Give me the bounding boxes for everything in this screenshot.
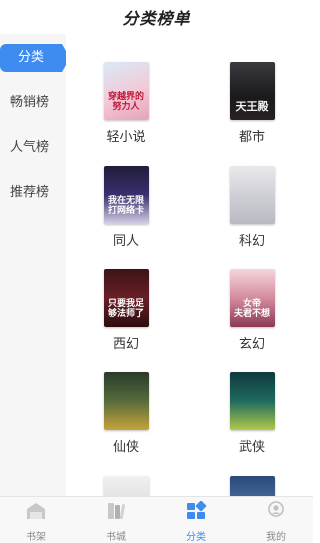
tab-label: 分类	[186, 532, 206, 543]
category-name: 科幻	[238, 234, 265, 249]
book-cover	[103, 372, 149, 430]
category-xianxia[interactable]: 仙侠	[76, 372, 176, 455]
category-name: 轻小说	[106, 130, 146, 145]
tab-label: 书城	[106, 532, 126, 543]
category-name: 武侠	[238, 440, 265, 455]
sidebar-item-label: 分类	[17, 50, 44, 65]
category-icon	[187, 500, 207, 519]
cover-title: 只要我足 够法师了	[107, 299, 144, 319]
tab-bookshelf[interactable]: 书架	[6, 501, 66, 543]
cover-title: 我在无限 打网络卡	[107, 196, 144, 216]
category-name: 同人	[112, 234, 139, 249]
bookstore-icon	[108, 503, 126, 520]
ranking-sidebar: 分类 畅销榜 人气榜 推荐榜	[0, 34, 70, 496]
category-name: 玄幻	[238, 337, 265, 352]
cover-title: 穿越界的 努力人	[107, 92, 144, 112]
tab-label: 书架	[26, 532, 46, 543]
category-wuxia[interactable]: 武侠	[202, 372, 302, 455]
book-cover	[229, 476, 275, 496]
cover-title: 天王殿	[235, 100, 269, 113]
book-cover	[103, 476, 149, 496]
page-title: 分类榜单	[122, 9, 191, 28]
sidebar-item-label: 畅销榜	[10, 95, 50, 110]
category-name: 西幻	[112, 337, 139, 352]
book-cover: 只要我足 够法师了	[103, 269, 149, 327]
book-cover: 我在无限 打网络卡	[103, 166, 149, 224]
sidebar-item-bestseller[interactable]: 畅销榜	[0, 89, 66, 117]
category-name: 仙侠	[112, 440, 139, 455]
category-grid: 穿越界的 努力人 轻小说 天王殿 都市 我在无限 打网络卡 同人 科幻 只要我足…	[66, 34, 313, 496]
book-cover: 女帝 夫君不想	[229, 269, 275, 327]
book-cover: 穿越界的 努力人	[103, 62, 149, 120]
category-next-right[interactable]	[202, 476, 302, 496]
bottom-tab-bar: 书架 书城 分类 我的	[0, 496, 313, 543]
category-name: 都市	[238, 130, 265, 145]
category-light-novel[interactable]: 穿越界的 努力人 轻小说	[76, 62, 176, 145]
book-cover: 天王殿	[229, 62, 275, 120]
category-sci-fi[interactable]: 科幻	[202, 166, 302, 249]
tab-category[interactable]: 分类	[166, 500, 226, 543]
category-eastern-fantasy[interactable]: 女帝 夫君不想 玄幻	[202, 269, 302, 352]
sidebar-item-recommended[interactable]: 推荐榜	[0, 179, 66, 207]
category-western-fantasy[interactable]: 只要我足 够法师了 西幻	[76, 269, 176, 352]
profile-icon	[268, 501, 284, 517]
sidebar-item-popularity[interactable]: 人气榜	[0, 134, 66, 162]
sidebar-item-label: 人气榜	[10, 140, 50, 155]
book-cover	[229, 372, 275, 430]
tab-label: 我的	[266, 532, 286, 543]
book-cover	[229, 166, 275, 224]
sidebar-item-label: 推荐榜	[10, 185, 50, 200]
category-fan-fiction[interactable]: 我在无限 打网络卡 同人	[76, 166, 176, 249]
category-urban[interactable]: 天王殿 都市	[202, 62, 302, 145]
tab-bookstore[interactable]: 书城	[86, 501, 146, 543]
sidebar-item-category[interactable]: 分类	[0, 44, 70, 72]
bookshelf-icon	[27, 503, 45, 519]
tab-profile[interactable]: 我的	[246, 501, 306, 543]
cover-title: 女帝 夫君不想	[233, 299, 270, 319]
top-bar: 分类榜单	[0, 0, 313, 34]
category-next-left[interactable]	[76, 476, 176, 496]
